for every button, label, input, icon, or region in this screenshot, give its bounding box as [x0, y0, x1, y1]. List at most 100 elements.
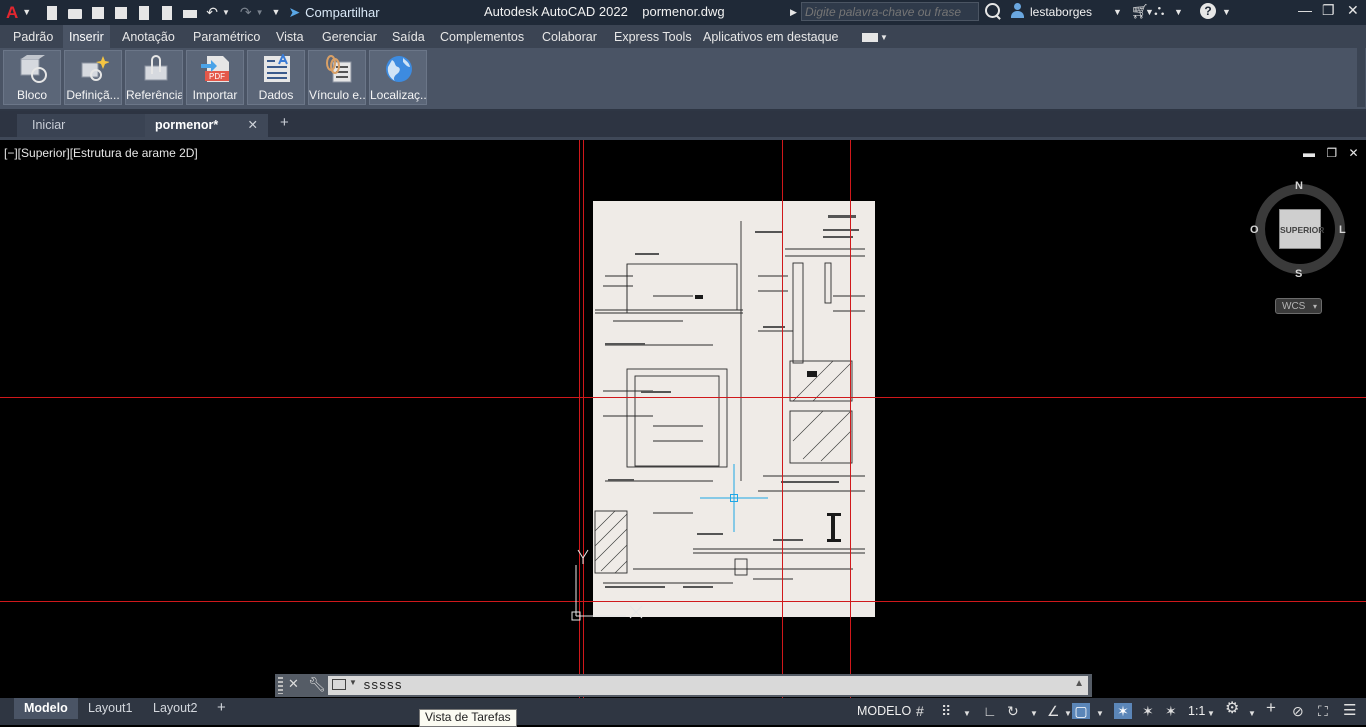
autodesk-app-chevron-icon[interactable]: ▼ [1174, 4, 1183, 21]
cart-chevron-icon[interactable]: ▼ [1145, 4, 1154, 21]
save-as-icon[interactable] [114, 6, 128, 20]
tab-aplicativos-em-destaque[interactable]: Aplicativos em destaque [697, 25, 845, 48]
compass-south[interactable]: S [1295, 268, 1302, 280]
plot-icon[interactable] [183, 6, 198, 20]
add-layout-icon[interactable]: + [207, 698, 236, 719]
tab-start[interactable]: Iniciar [17, 114, 145, 137]
autodesk-app-icon[interactable]: ⛬ [1154, 2, 1165, 19]
tab-parametrico[interactable]: Paramétrico [187, 25, 266, 48]
command-prompt-chevron-icon[interactable]: ▼ [349, 678, 357, 687]
annotation-scale-value[interactable]: 1:1 [1188, 704, 1205, 718]
tab-layout1[interactable]: Layout1 [78, 698, 142, 719]
user-icon[interactable] [1011, 3, 1024, 19]
ribbon-tab-bar: Padrão Inserir Anotação Paramétrico Vist… [0, 25, 1366, 48]
object-snap-icon[interactable]: ▢ [1072, 703, 1090, 719]
annotation-scale-icon[interactable]: ✶ [1165, 703, 1177, 719]
help-icon[interactable]: ? [1200, 3, 1216, 19]
open-folder-icon[interactable] [68, 6, 83, 20]
save-icon[interactable] [91, 6, 105, 20]
tab-drawing[interactable]: pormenor* ✕ [145, 114, 268, 137]
user-name[interactable]: lestaborges [1030, 5, 1092, 19]
settings-chevron-icon[interactable]: ▼ [1248, 706, 1256, 722]
help-chevron-icon[interactable]: ▼ [1222, 4, 1231, 21]
tab-vista[interactable]: Vista [270, 25, 310, 48]
publish-icon[interactable] [137, 5, 151, 20]
new-tab-icon[interactable]: + [280, 114, 289, 131]
tab-gerenciar[interactable]: Gerenciar [316, 25, 383, 48]
redo-icon[interactable]: ↷ [240, 4, 252, 21]
annotation-visibility-icon[interactable]: ✶ [1114, 703, 1132, 719]
grid-icon[interactable]: # [916, 703, 924, 719]
auto-scale-icon[interactable]: ✶ [1142, 703, 1154, 719]
block-definition-button[interactable]: Definiçã... [64, 50, 122, 105]
model-space-button[interactable]: MODELO [857, 704, 911, 718]
compass-east[interactable]: L [1339, 224, 1346, 236]
ribbon-minimize-chevron-icon[interactable]: ▼ [880, 29, 888, 46]
link-extract-button[interactable]: Vínculo e... [308, 50, 366, 105]
share-button[interactable]: Compartilhar [305, 5, 379, 20]
tab-layout2[interactable]: Layout2 [143, 698, 207, 719]
command-input[interactable]: ▼ sssss ▲ [328, 676, 1088, 695]
close-window-icon[interactable]: ✕ [1347, 2, 1359, 19]
tab-colaborar[interactable]: Colaborar [536, 25, 603, 48]
new-file-icon[interactable] [45, 5, 59, 20]
tab-anotacao[interactable]: Anotação [116, 25, 181, 48]
customize-toolbar-icon[interactable]: ▼ [272, 4, 281, 21]
tab-express-tools[interactable]: Express Tools [608, 25, 698, 48]
polar-chevron-icon[interactable]: ▼ [1030, 706, 1038, 722]
ribbon-panel-end [1357, 48, 1365, 107]
polar-icon[interactable]: ↻ [1007, 703, 1019, 719]
import-button[interactable]: PDF Importar [186, 50, 244, 105]
snap-chevron-icon[interactable]: ▼ [963, 706, 971, 722]
undo-chevron-icon[interactable]: ▼ [222, 4, 230, 21]
command-history-icon[interactable]: ▲ [1074, 678, 1084, 689]
block-definition-icon [81, 56, 109, 81]
wcs-menu[interactable]: WCS ▾ [1275, 298, 1322, 314]
scale-chevron-icon[interactable]: ▼ [1207, 706, 1215, 722]
autocad-logo-icon[interactable]: A [6, 3, 18, 23]
minimize-icon[interactable]: — [1298, 2, 1312, 19]
ribbon-minimize-icon[interactable] [862, 33, 878, 42]
close-tab-icon[interactable]: ✕ [248, 114, 258, 137]
restore-icon[interactable]: ❐ [1322, 2, 1335, 19]
compass-north[interactable]: N [1295, 180, 1303, 192]
tab-saida[interactable]: Saída [386, 25, 431, 48]
command-line-close-icon[interactable]: ✕ [288, 676, 299, 692]
ortho-icon[interactable]: ∟ [983, 703, 997, 719]
compass-west[interactable]: O [1250, 224, 1259, 236]
block-button[interactable]: Bloco [3, 50, 61, 105]
object-snap-chevron-icon[interactable]: ▼ [1096, 706, 1104, 722]
link-extract-button-label: Vínculo e... [309, 88, 365, 102]
command-line-customize-icon[interactable]: 🔧︎ [308, 676, 326, 693]
block-button-label: Bloco [16, 88, 48, 102]
user-chevron-icon[interactable]: ▼ [1113, 4, 1122, 21]
wcs-chevron-icon: ▾ [1312, 302, 1317, 311]
search-input[interactable] [801, 2, 979, 21]
data-button[interactable]: Dados [247, 50, 305, 105]
isodraft-icon[interactable]: ∠ [1047, 703, 1060, 719]
redo-chevron-icon[interactable]: ▼ [256, 4, 264, 21]
reference-button[interactable]: Referência [125, 50, 183, 105]
customize-menu-icon[interactable]: ☰ [1343, 703, 1356, 719]
import-icon[interactable] [160, 5, 174, 20]
isodraft-chevron-icon[interactable]: ▼ [1064, 706, 1072, 722]
command-line-grip-icon[interactable] [278, 677, 283, 694]
command-prompt-icon[interactable] [332, 679, 346, 690]
crosshair-lines [0, 140, 1366, 698]
tab-model[interactable]: Modelo [14, 698, 78, 719]
app-menu-chevron-icon[interactable]: ▼ [22, 4, 31, 21]
snap-icon[interactable]: ⠿ [941, 703, 951, 719]
tab-inserir[interactable]: Inserir [63, 25, 110, 48]
search-expand-icon[interactable]: ▶ [790, 4, 797, 21]
share-icon[interactable]: ➤ [288, 4, 300, 21]
drawing-viewport[interactable]: [−][Superior][Estrutura de arame 2D] ▬ ❐… [0, 140, 1366, 698]
tab-padrao[interactable]: Padrão [7, 25, 59, 48]
isolate-objects-icon[interactable]: ⊘ [1292, 703, 1304, 719]
add-icon[interactable]: + [1266, 699, 1276, 716]
undo-icon[interactable]: ↶ [206, 4, 218, 21]
geolocation-button[interactable]: Localizaç... [369, 50, 427, 105]
viewcube-top-face[interactable]: SUPERIOR [1279, 209, 1324, 249]
settings-gear-icon[interactable]: ⚙ [1225, 701, 1239, 717]
tab-complementos[interactable]: Complementos [434, 25, 530, 48]
fullscreen-icon[interactable]: ⛶ [1318, 703, 1328, 719]
